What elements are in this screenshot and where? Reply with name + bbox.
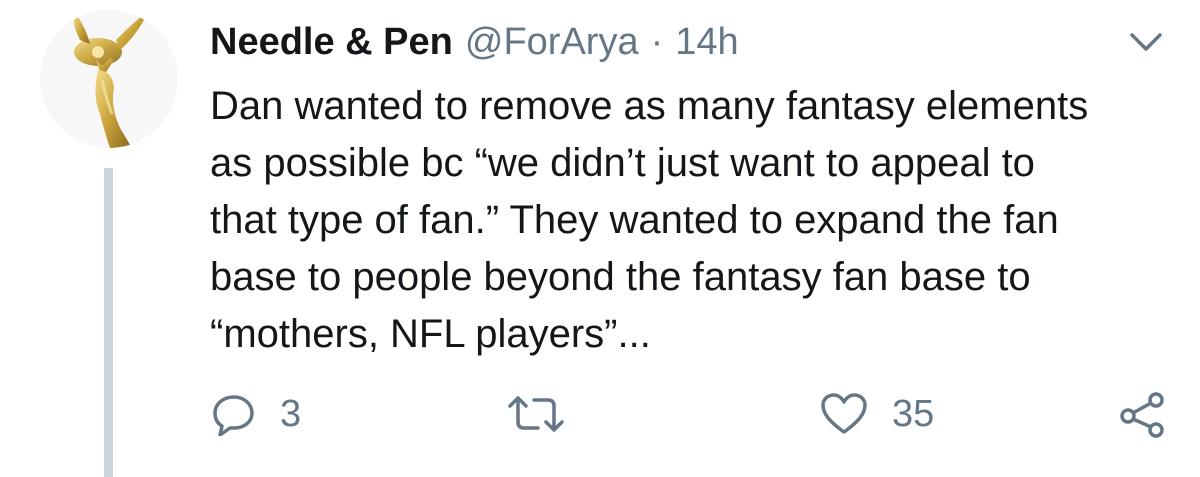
author-handle[interactable]: @ForArya bbox=[465, 16, 639, 68]
like-button[interactable]: 35 bbox=[820, 388, 934, 440]
separator-dot: · bbox=[650, 21, 664, 63]
retweet-button[interactable] bbox=[506, 388, 590, 440]
tweet-menu-button[interactable] bbox=[1128, 28, 1164, 56]
reply-count: 3 bbox=[280, 392, 302, 435]
author-name[interactable]: Needle & Pen bbox=[210, 16, 453, 68]
share-icon bbox=[1120, 392, 1164, 438]
heart-icon bbox=[821, 393, 867, 434]
reply-button[interactable]: 3 bbox=[212, 388, 301, 440]
tweet-timestamp[interactable]: 14h bbox=[675, 16, 738, 68]
tweet-actions: 3 35 bbox=[0, 388, 1200, 440]
emmy-statuette-icon bbox=[73, 12, 148, 148]
like-count: 35 bbox=[892, 392, 935, 435]
tweet-text: Dan wanted to remove as many fantasy ele… bbox=[210, 84, 1089, 356]
chevron-down-icon bbox=[1130, 33, 1162, 51]
retweet-icon bbox=[508, 396, 564, 432]
reply-icon bbox=[213, 395, 254, 436]
tweet-header: Needle & Pen @ForArya · 14h bbox=[210, 16, 739, 68]
share-button[interactable] bbox=[1116, 388, 1168, 440]
avatar[interactable] bbox=[40, 10, 178, 148]
